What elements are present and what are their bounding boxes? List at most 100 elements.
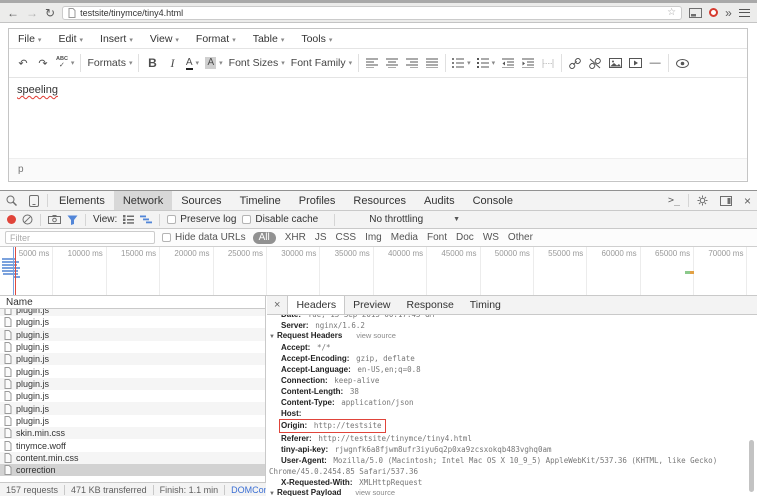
devtools-tab[interactable]: Audits [415,191,464,210]
devtools-tab[interactable]: Timeline [231,191,290,210]
bookmark-star-icon[interactable]: ☆ [667,7,676,18]
name-column-header[interactable]: Name [0,296,265,309]
text-color-button[interactable]: A [182,52,202,74]
spellcheck-button[interactable]: ABC✓ [53,52,77,74]
record-button[interactable] [7,215,16,224]
preserve-log-checkbox[interactable]: Preserve log [167,214,236,225]
request-row[interactable]: tinymce.woff [0,439,265,451]
detail-scrollbar[interactable] [749,440,754,492]
request-row[interactable]: plugin.js [0,415,265,427]
italic-button[interactable]: I [162,52,182,74]
request-row[interactable]: correction [0,464,265,476]
address-bar[interactable]: testsite/tinymce/tiny4.html ☆ [62,6,682,20]
dock-side-icon[interactable] [714,191,738,210]
misspelled-word[interactable]: speeling [17,84,58,96]
editor-menu-item[interactable]: View [150,33,179,45]
insert-media-button[interactable] [625,52,645,74]
close-detail-icon[interactable]: × [267,296,287,314]
editor-menu-item[interactable]: Format [196,33,236,45]
inspect-element-icon[interactable] [0,191,23,210]
filter-input[interactable] [5,231,155,244]
element-path[interactable]: p [18,164,24,175]
request-headers-section[interactable]: ▼Request Headersview source [267,331,757,342]
extension-icon[interactable] [709,8,718,17]
request-row[interactable]: plugin.js [0,378,265,390]
request-row[interactable]: skin.min.css [0,427,265,439]
overflow-chevron[interactable]: » [725,7,732,19]
decrease-indent-button[interactable] [498,52,518,74]
view-source-link[interactable]: view source [356,331,396,340]
align-center-button[interactable] [382,52,402,74]
request-row[interactable]: content.min.css [0,452,265,464]
request-row[interactable]: plugin.js [0,316,265,328]
align-justify-button[interactable] [422,52,442,74]
detail-tab[interactable]: Preview [345,296,398,314]
filter-type[interactable]: Font [427,232,447,243]
reload-button[interactable]: ↻ [45,7,55,19]
throttling-dropdown[interactable]: No throttling ▼ [334,214,460,226]
bullet-list-button[interactable] [449,52,474,74]
network-overview[interactable]: 5000 ms10000 ms15000 ms20000 ms25000 ms3… [0,247,757,296]
checkbox-box[interactable] [167,215,176,224]
checkbox-box[interactable] [162,233,171,242]
preview-button[interactable] [672,52,692,74]
horizontal-rule-button[interactable]: — [645,52,665,74]
devtools-tab[interactable]: Sources [172,191,230,210]
forward-button[interactable]: → [26,7,38,19]
filter-type[interactable]: XHR [285,232,306,243]
insert-image-button[interactable] [605,52,625,74]
redo-button[interactable]: ↷ [33,52,53,74]
detail-tab[interactable]: Headers [287,296,345,314]
disable-cache-checkbox[interactable]: Disable cache [242,214,318,225]
editor-menu-item[interactable]: Edit [58,33,83,45]
console-drawer-icon[interactable]: >_ [662,191,686,210]
cast-icon[interactable] [689,8,702,18]
editor-menu-item[interactable]: Tools [301,33,332,45]
request-row[interactable]: plugin.js [0,353,265,365]
view-waterfall-icon[interactable] [140,215,152,224]
increase-indent-button[interactable] [518,52,538,74]
editor-menu-item[interactable]: Insert [100,33,133,45]
detail-tab[interactable]: Timing [462,296,509,314]
filter-type[interactable]: All [253,232,276,244]
detail-tab[interactable]: Response [399,296,462,314]
filter-type[interactable]: WS [483,232,499,243]
align-left-button[interactable] [362,52,382,74]
filter-type[interactable]: Img [365,232,382,243]
editor-menu-item[interactable]: Table [253,33,285,45]
clear-icon[interactable] [22,214,33,225]
hide-data-urls-checkbox[interactable]: Hide data URLs [162,232,246,243]
checkbox-box[interactable] [242,215,251,224]
request-row[interactable]: plugin.js [0,328,265,340]
background-color-button[interactable]: A [202,52,225,74]
request-row[interactable]: plugin.js [0,390,265,402]
devtools-tab[interactable]: Console [464,191,522,210]
formats-dropdown[interactable]: Formats [84,52,135,74]
filter-type[interactable]: JS [315,232,327,243]
request-row[interactable]: plugin.js [0,309,265,316]
filter-type[interactable]: CSS [336,232,357,243]
devtools-tab[interactable]: Network [114,191,172,210]
editor-menu-item[interactable]: File [18,33,41,45]
devtools-tab[interactable]: Profiles [290,191,345,210]
request-row[interactable]: plugin.js [0,402,265,414]
numbered-list-button[interactable] [474,52,499,74]
request-row[interactable]: plugin.js [0,341,265,353]
remove-link-button[interactable] [585,52,605,74]
close-devtools-icon[interactable]: × [738,191,757,210]
editor-content-area[interactable]: speeling [9,78,747,158]
view-list-icon[interactable] [123,215,134,224]
insert-link-button[interactable] [565,52,585,74]
filter-type[interactable]: Doc [456,232,474,243]
settings-gear-icon[interactable] [691,191,714,210]
filter-type[interactable]: Media [391,232,418,243]
font-family-dropdown[interactable]: Font Family [288,52,355,74]
devtools-tab[interactable]: Resources [344,191,415,210]
devtools-tab[interactable]: Elements [50,191,114,210]
screenshot-icon[interactable] [48,215,61,224]
device-mode-icon[interactable] [23,191,45,210]
align-right-button[interactable] [402,52,422,74]
request-row[interactable]: plugin.js [0,365,265,377]
menu-icon[interactable] [739,9,750,17]
nonbreaking-button[interactable] [538,52,558,74]
